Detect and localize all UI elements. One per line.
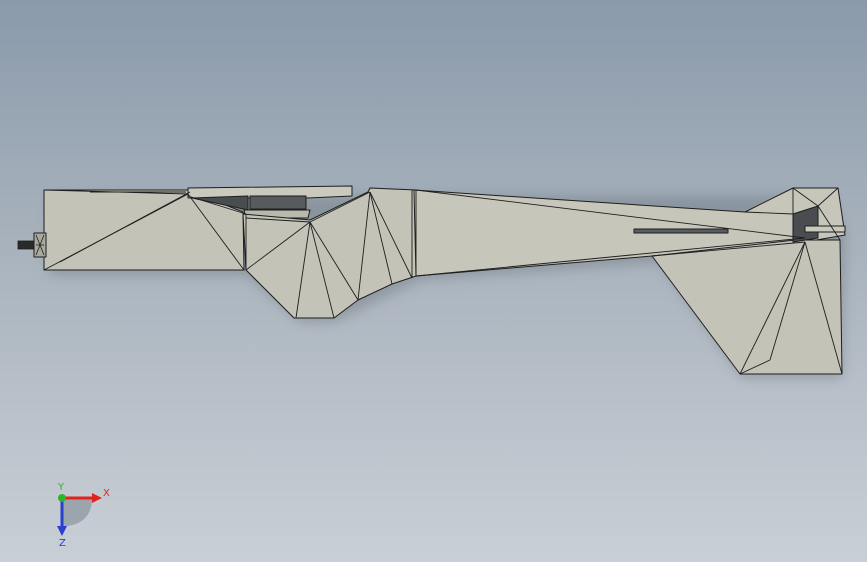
orientation-triad[interactable]: X Y Z [40, 480, 120, 550]
model-faces [33, 185, 846, 375]
spar-slot [633, 228, 729, 234]
tail-tip [804, 225, 846, 233]
tail-fin [651, 239, 843, 375]
cockpit-opening-right [249, 195, 307, 210]
x-axis-label: X [103, 488, 110, 499]
3d-graphics-viewport[interactable]: X Y Z [0, 0, 867, 562]
triad-shadow [62, 498, 92, 526]
z-axis-label: Z [59, 538, 66, 549]
y-axis-label: Y [57, 482, 65, 493]
airplane-fuselage-model[interactable] [0, 0, 867, 562]
y-axis-icon [58, 494, 66, 502]
